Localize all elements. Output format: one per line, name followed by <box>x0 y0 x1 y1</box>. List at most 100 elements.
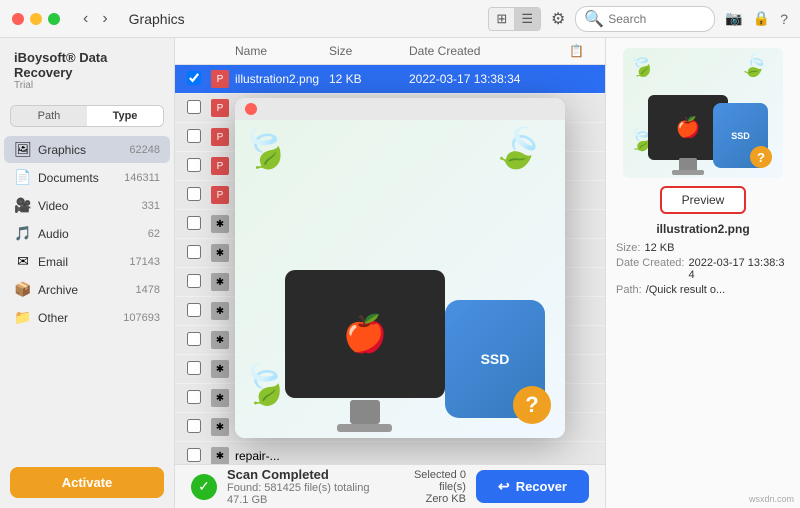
help-icon[interactable]: ? <box>780 11 788 27</box>
imac-base <box>337 424 392 432</box>
file-size: 12 KB <box>329 72 409 86</box>
leaf-icon-topright: 🍃 <box>489 120 552 179</box>
grid-view-button[interactable]: ⊞ <box>489 8 514 30</box>
back-button[interactable]: ‹ <box>78 8 93 30</box>
row-checkbox[interactable] <box>187 245 201 259</box>
path-value: /Quick result o... <box>646 284 725 296</box>
preview-size-row: Size: 12 KB <box>616 242 790 254</box>
imac-illustration: 🍎 <box>285 270 445 398</box>
sidebar-item-label: Archive <box>38 283 130 297</box>
other-icon: 📁 <box>14 309 32 326</box>
recover-button[interactable]: ↩ Recover <box>476 470 589 503</box>
modal-overlay: 🍃 🍃 🍃 🍎 SSD ? <box>175 38 605 464</box>
email-icon: ✉ <box>14 253 32 270</box>
leaf-icon-topleft: 🍃 <box>235 120 296 179</box>
search-input[interactable] <box>608 12 706 26</box>
row-checkbox[interactable] <box>187 129 201 143</box>
file-thumb-icon: ✱ <box>211 215 229 233</box>
path-label: Path: <box>616 284 642 296</box>
list-view-button[interactable]: ☰ <box>514 8 540 30</box>
preview-ssd-card: SSD ? <box>713 103 768 168</box>
row-checkbox[interactable] <box>187 100 201 114</box>
scan-complete-icon: ✓ <box>191 474 217 500</box>
close-button[interactable] <box>12 13 24 25</box>
sidebar-item-count: 107693 <box>123 312 160 324</box>
graphics-icon: 🖼 <box>14 141 32 158</box>
sidebar-item-count: 331 <box>142 200 160 212</box>
row-checkbox[interactable] <box>187 71 201 85</box>
row-checkbox[interactable] <box>187 448 201 462</box>
main-area: iBoysoft® Data Recovery Trial Path Type … <box>0 38 800 508</box>
file-list-header: Name Size Date Created 📋 <box>175 38 605 65</box>
row-checkbox[interactable] <box>187 187 201 201</box>
lock-icon[interactable]: 🔒 <box>753 10 770 27</box>
preview-button[interactable]: Preview <box>660 186 747 214</box>
preview-date-row: Date Created: 2022-03-17 13:38:34 <box>616 257 790 281</box>
sidebar-item-count: 17143 <box>129 256 160 268</box>
audio-icon: 🎵 <box>14 225 32 242</box>
preview-ssd-question: ? <box>750 146 772 168</box>
file-thumb-icon: P <box>211 99 229 117</box>
recover-label: Recover <box>516 479 567 494</box>
filter-button[interactable]: ⚙ <box>551 9 565 29</box>
forward-button[interactable]: › <box>97 8 112 30</box>
maximize-button[interactable] <box>48 13 60 25</box>
bottom-bar: ✓ Scan Completed Found: 581425 file(s) t… <box>175 464 605 508</box>
sidebar-item-label: Email <box>38 255 123 269</box>
sidebar-item-label: Audio <box>38 227 142 241</box>
tab-type[interactable]: Type <box>87 106 163 126</box>
preview-leaf-tl: 🍃 <box>624 49 659 83</box>
sidebar-item-audio[interactable]: 🎵 Audio 62 <box>4 220 170 247</box>
sidebar-item-label: Video <box>38 199 136 213</box>
activate-button[interactable]: Activate <box>10 467 164 498</box>
sidebar-item-count: 146311 <box>124 172 160 184</box>
documents-icon: 📄 <box>14 169 32 186</box>
camera-icon[interactable]: 📷 <box>725 10 742 27</box>
minimize-button[interactable] <box>30 13 42 25</box>
size-label: Size: <box>616 242 640 254</box>
row-checkbox[interactable] <box>187 419 201 433</box>
header-name[interactable]: Name <box>235 44 329 58</box>
file-list-area: Name Size Date Created 📋 P illustration2… <box>175 38 605 464</box>
size-value: 12 KB <box>644 242 674 254</box>
preview-popup[interactable]: 🍃 🍃 🍃 🍎 SSD ? <box>235 98 565 438</box>
table-row[interactable]: ✱ repair-... <box>175 442 605 464</box>
scan-status: Scan Completed Found: 581425 file(s) tot… <box>227 467 379 506</box>
page-title: Graphics <box>129 11 185 27</box>
scan-detail-text: Found: 581425 file(s) totaling 47.1 GB <box>227 482 379 506</box>
header-size[interactable]: Size <box>329 44 409 58</box>
file-thumb-icon: ✱ <box>211 360 229 378</box>
row-checkbox[interactable] <box>187 158 201 172</box>
file-thumb-icon: P <box>211 186 229 204</box>
row-checkbox[interactable] <box>187 390 201 404</box>
preview-meta: Size: 12 KB Date Created: 2022-03-17 13:… <box>616 242 790 299</box>
row-checkbox[interactable] <box>187 361 201 375</box>
sidebar-item-documents[interactable]: 📄 Documents 146311 <box>4 164 170 191</box>
file-thumb-icon: ✱ <box>211 447 229 464</box>
sidebar-item-other[interactable]: 📁 Other 107693 <box>4 304 170 331</box>
ssd-illustration: SSD ? <box>445 300 545 418</box>
scan-completed-label: Scan Completed <box>227 467 379 482</box>
sidebar-item-graphics[interactable]: 🖼 Graphics 62248 <box>4 136 170 163</box>
file-name: repair-... <box>235 449 329 463</box>
table-row[interactable]: P illustration2.png 12 KB 2022-03-17 13:… <box>175 65 605 94</box>
preview-filename: illustration2.png <box>656 222 749 236</box>
header-date[interactable]: Date Created <box>409 44 569 58</box>
sidebar-tabs: Path Type <box>10 105 164 127</box>
date-value: 2022-03-17 13:38:34 <box>688 257 790 281</box>
tab-path[interactable]: Path <box>11 106 87 126</box>
sidebar-item-video[interactable]: 🎥 Video 331 <box>4 192 170 219</box>
row-checkbox[interactable] <box>187 274 201 288</box>
row-checkbox[interactable] <box>187 303 201 317</box>
preview-ssd-label: SSD <box>731 131 750 141</box>
preview-path-row: Path: /Quick result o... <box>616 284 790 296</box>
preview-thumbnail: 🍃 🍃 🍃 🍎 SSD ? <box>623 48 783 178</box>
sidebar-item-count: 62 <box>148 228 160 240</box>
sidebar-item-email[interactable]: ✉ Email 17143 <box>4 248 170 275</box>
file-thumb-icon: P <box>211 157 229 175</box>
sidebar-item-archive[interactable]: 📦 Archive 1478 <box>4 276 170 303</box>
nav-buttons: ‹ › <box>78 8 113 30</box>
row-checkbox[interactable] <box>187 216 201 230</box>
row-checkbox[interactable] <box>187 332 201 346</box>
popup-close-dot[interactable] <box>245 103 257 115</box>
